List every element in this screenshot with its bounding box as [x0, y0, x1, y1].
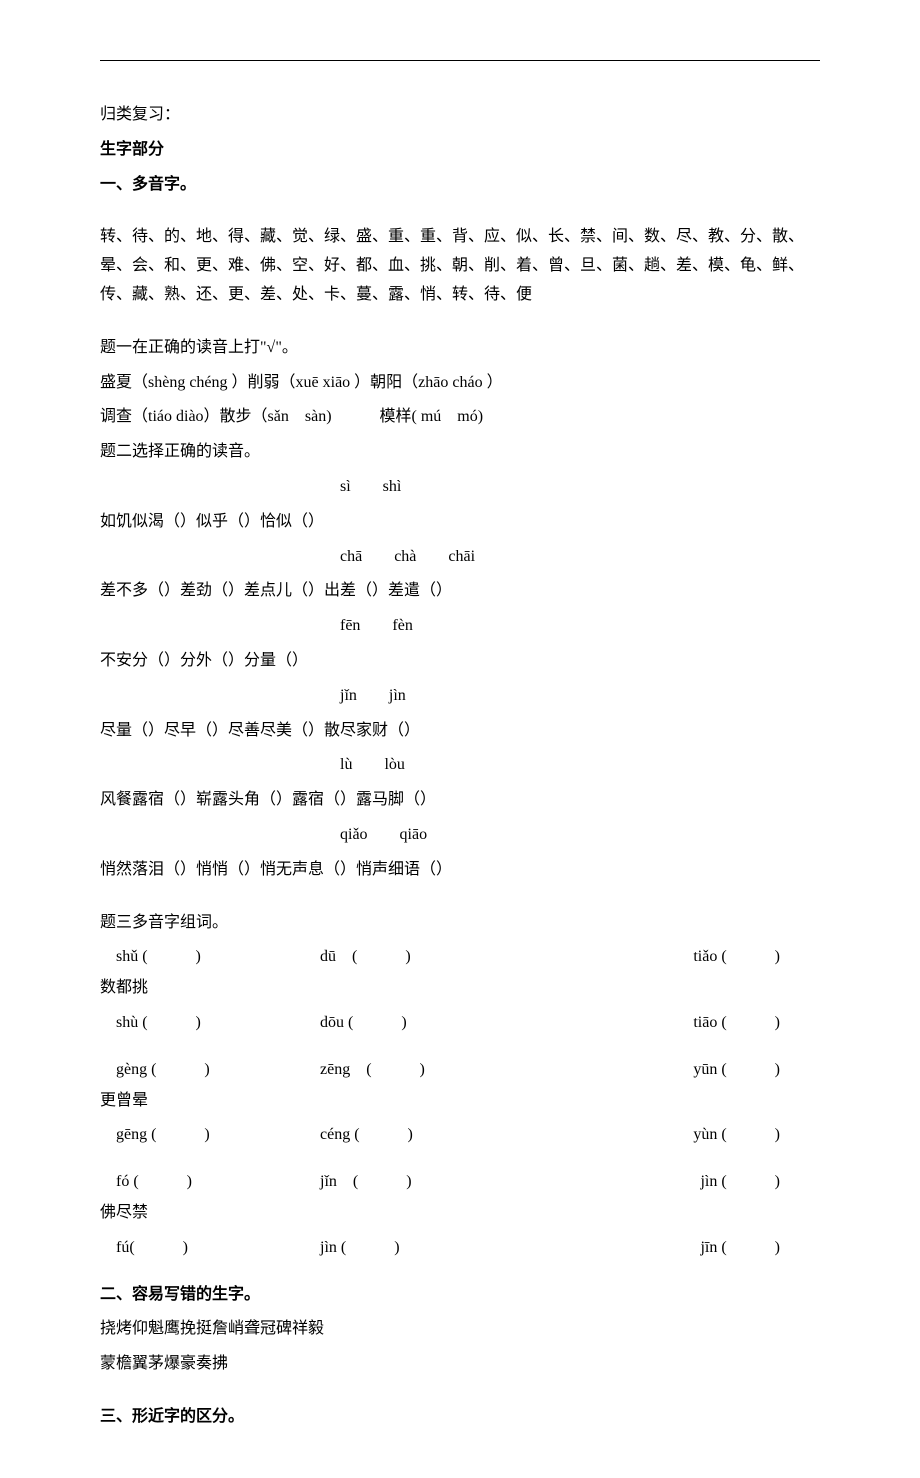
grid-cell-c: tiāo ( )	[580, 1009, 780, 1038]
q2-line-1: 如饥似渴（）似乎（）恰似（）	[100, 508, 820, 537]
grid-row: fó ( ) jǐn ( ) jìn ( )	[100, 1168, 820, 1197]
q3-title: 题三多音字组词。	[100, 909, 820, 938]
q2-pinyin-3: fēn fèn	[100, 612, 820, 641]
duoyin-char-list: 转、待、的、地、得、藏、觉、绿、盛、重、重、背、应、似、长、禁、间、数、尽、教、…	[100, 223, 820, 309]
top-rule	[100, 60, 820, 61]
q2-pinyin-4: jǐn jìn	[100, 682, 820, 711]
grid-cell-b: dōu ( )	[320, 1009, 580, 1038]
grid-cell-b: dū ( )	[320, 943, 580, 972]
grid-cell-a: fó ( )	[100, 1168, 320, 1197]
q2-title: 题二选择正确的读音。	[100, 438, 820, 467]
grid-row: gēng ( ) céng ( ) yùn ( )	[100, 1121, 820, 1150]
grid-label: 佛尽禁	[100, 1199, 820, 1228]
q1-title: 题一在正确的读音上打"√"。	[100, 334, 820, 363]
grid-cell-c: yūn ( )	[580, 1056, 780, 1085]
err-line-2: 蒙檐翼茅爆豪奏拂	[100, 1350, 820, 1379]
grid-cell-a: gèng ( )	[100, 1056, 320, 1085]
heading-xingjinzi: 三、形近字的区分。	[100, 1403, 820, 1432]
section-title-shengzi: 生字部分	[100, 136, 820, 165]
q1-line-1: 盛夏（shèng chéng ）削弱（xuē xiāo ）朝阳（zhāo chá…	[100, 369, 820, 398]
lead-text: 归类复习：	[100, 101, 820, 130]
q2-pinyin-1: sì shì	[100, 473, 820, 502]
q2-line-3: 不安分（）分外（）分量（）	[100, 647, 820, 676]
q2-line-6: 悄然落泪（）悄悄（）悄无声息（）悄声细语（）	[100, 856, 820, 885]
q1-line-2: 调查（tiáo diào）散步（sǎn sàn) 模样( mú mó)	[100, 403, 820, 432]
grid-cell-a: gēng ( )	[100, 1121, 320, 1150]
heading-cuozi: 二、容易写错的生字。	[100, 1281, 820, 1310]
grid-cell-c: tiǎo ( )	[580, 943, 780, 972]
grid-cell-b: zēng ( )	[320, 1056, 580, 1085]
q2-pinyin-6: qiǎo qiāo	[100, 821, 820, 850]
grid-label: 更曾晕	[100, 1087, 820, 1116]
q2-pinyin-5: lù lòu	[100, 751, 820, 780]
q3-grid: shǔ ( ) dū ( ) tiǎo ( ) 数都挑 shù ( ) dōu …	[100, 943, 820, 1262]
grid-row: fú( ) jìn ( ) jīn ( )	[100, 1234, 820, 1263]
grid-cell-a: shǔ ( )	[100, 943, 320, 972]
grid-cell-a: fú( )	[100, 1234, 320, 1263]
grid-cell-c: jìn ( )	[580, 1168, 780, 1197]
grid-cell-a: shù ( )	[100, 1009, 320, 1038]
grid-row: shù ( ) dōu ( ) tiāo ( )	[100, 1009, 820, 1038]
heading-duoyinzi: 一、多音字。	[100, 171, 820, 200]
q2-line-5: 风餐露宿（）崭露头角（）露宿（）露马脚（）	[100, 786, 820, 815]
grid-row: shǔ ( ) dū ( ) tiǎo ( )	[100, 943, 820, 972]
grid-cell-b: céng ( )	[320, 1121, 580, 1150]
grid-label: 数都挑	[100, 974, 820, 1003]
grid-cell-b: jìn ( )	[320, 1234, 580, 1263]
grid-cell-c: jīn ( )	[580, 1234, 780, 1263]
grid-row: gèng ( ) zēng ( ) yūn ( )	[100, 1056, 820, 1085]
grid-cell-b: jǐn ( )	[320, 1168, 580, 1197]
err-line-1: 挠烤仰魁鹰挽挺詹峭聋冠碑祥毅	[100, 1315, 820, 1344]
q2-line-4: 尽量（）尽早（）尽善尽美（）散尽家财（）	[100, 717, 820, 746]
q2-line-2: 差不多（）差劲（）差点儿（）出差（）差遣（）	[100, 577, 820, 606]
q2-pinyin-2: chā chà chāi	[100, 543, 820, 572]
grid-cell-c: yùn ( )	[580, 1121, 780, 1150]
